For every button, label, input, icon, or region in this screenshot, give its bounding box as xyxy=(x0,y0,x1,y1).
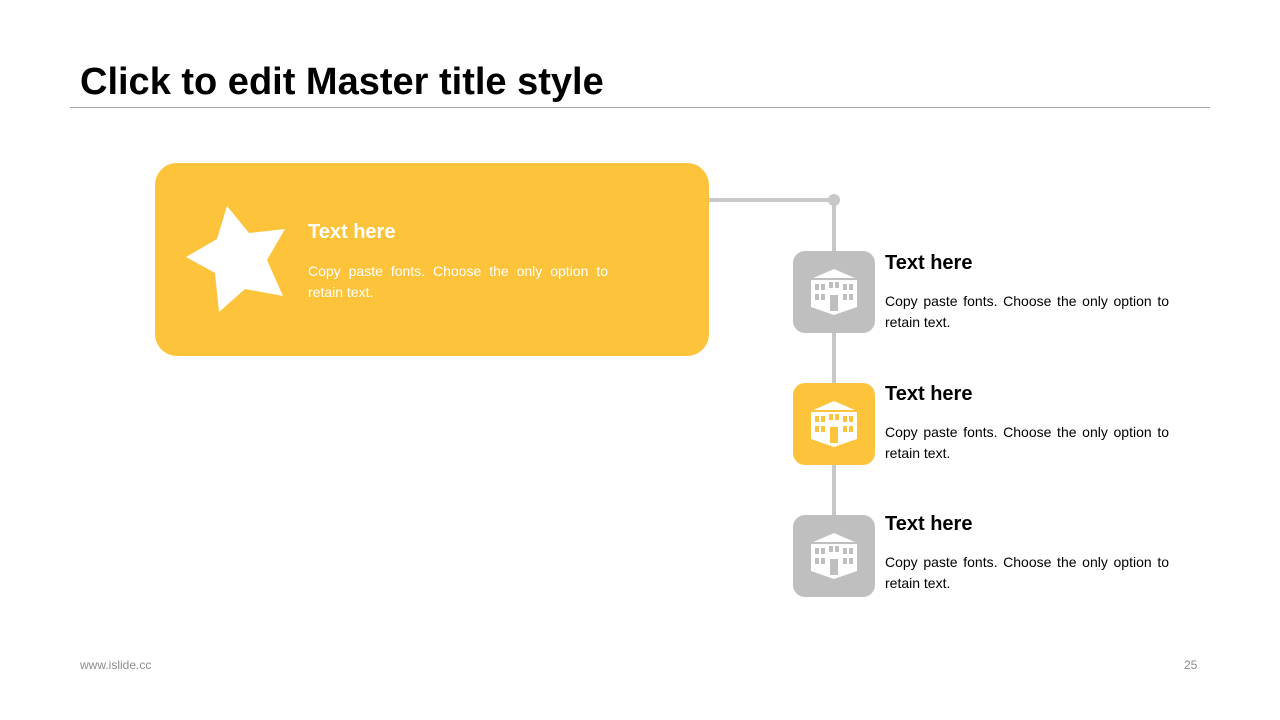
item-1-heading: Text here xyxy=(885,252,973,274)
page-number: 25 xyxy=(1184,658,1198,672)
building-icon xyxy=(810,269,858,315)
hero-heading: Text here xyxy=(308,221,396,243)
item-1-icon-tile xyxy=(793,251,875,333)
hero-card: Text here Copy paste fonts. Choose the o… xyxy=(155,163,709,356)
item-1-body-text: Copy paste fonts. Choose the only option… xyxy=(885,293,1169,330)
footer-url: www.islide.cc xyxy=(80,658,152,672)
item-3-icon-tile xyxy=(793,515,875,597)
star-icon xyxy=(186,206,285,312)
connector-lines xyxy=(709,194,840,556)
item-2-heading: Text here xyxy=(885,383,973,405)
building-icon xyxy=(810,401,858,447)
building-icon xyxy=(810,533,858,579)
item-2-body-text: Copy paste fonts. Choose the only option… xyxy=(885,424,1169,461)
connector-dot xyxy=(828,194,840,206)
hero-body-text: Copy paste fonts. Choose the only option… xyxy=(308,263,608,300)
item-2-icon-tile xyxy=(793,383,875,465)
item-3-heading: Text here xyxy=(885,513,973,535)
slide-title[interactable]: Click to edit Master title style xyxy=(80,58,604,106)
item-3-body-text: Copy paste fonts. Choose the only option… xyxy=(885,554,1169,591)
title-divider xyxy=(70,107,1210,108)
